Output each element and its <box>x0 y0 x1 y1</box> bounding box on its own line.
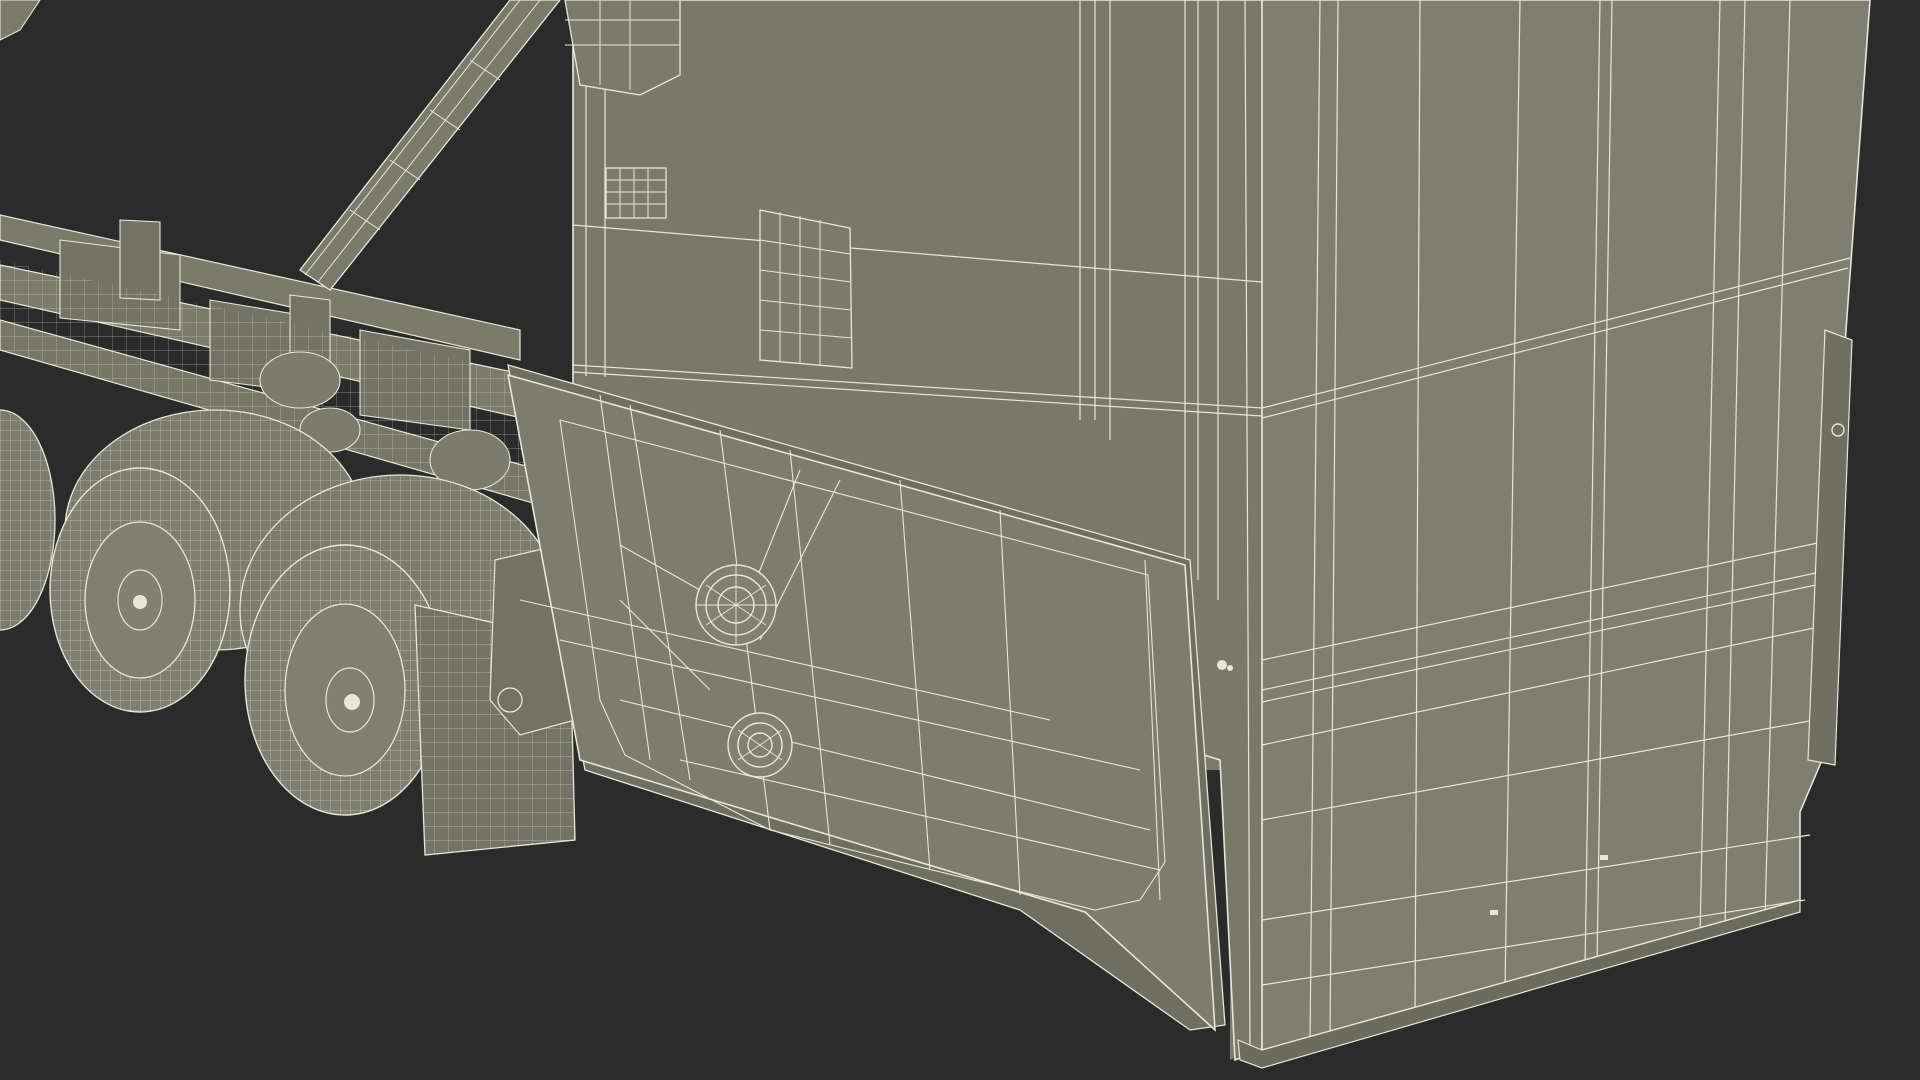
tail-light-lower <box>727 712 793 778</box>
top-lamp-housing <box>564 0 681 96</box>
side-vent-large <box>759 209 853 369</box>
box-rear-face <box>1261 0 1871 1052</box>
wireframe-render-viewport <box>0 0 1920 1080</box>
side-vent-small <box>605 167 667 219</box>
tail-light-upper <box>695 564 777 646</box>
